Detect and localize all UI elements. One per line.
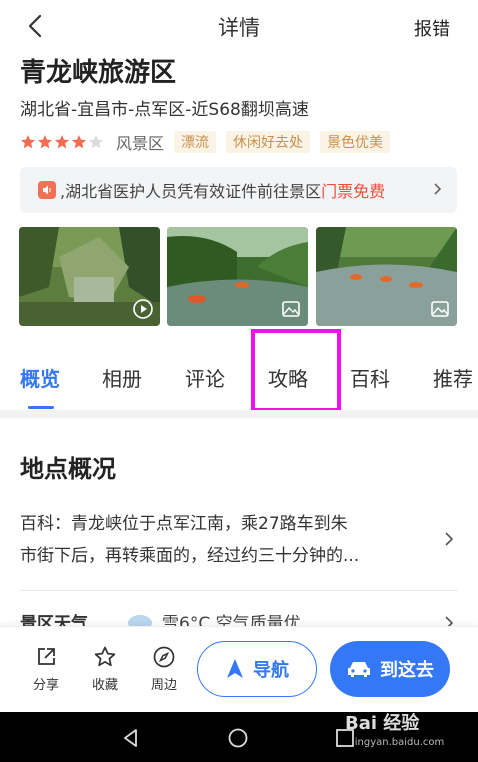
tab-recommend[interactable]: 推荐 bbox=[433, 363, 473, 392]
share-label: 分享 bbox=[32, 678, 59, 693]
go-here-label: 到这去 bbox=[380, 660, 434, 681]
bottom-action-bar: 分享 收藏 周边 导航 到这去 bbox=[0, 626, 478, 712]
favorite-button[interactable]: 收藏 bbox=[83, 645, 127, 693]
chevron-right-icon bbox=[434, 183, 442, 195]
place-name: 青龙峡旅游区 bbox=[20, 58, 177, 88]
star-empty-icon bbox=[89, 135, 103, 149]
tab-encyclopedia[interactable]: 百科 bbox=[350, 363, 390, 392]
notice-banner[interactable]: ,湖北省医护人员凭有效证件前往景区 门票免费 bbox=[20, 167, 457, 213]
system-home-icon[interactable] bbox=[227, 727, 249, 749]
tab-reviews[interactable]: 评论 bbox=[185, 363, 225, 392]
rating-stars bbox=[20, 134, 104, 150]
go-here-button[interactable]: 到这去 bbox=[330, 641, 450, 697]
rating-row: 风景区 漂流 休闲好去处 景色优美 bbox=[20, 130, 391, 154]
navigate-label: 导航 bbox=[253, 660, 289, 681]
overview-summary[interactable]: 百科：青龙峡位于点军江南，乘27路车到朱 市街下后，再转乘面的，经过约三十分钟的… bbox=[20, 508, 430, 572]
active-tab-indicator bbox=[28, 406, 54, 409]
star-filled-icon bbox=[38, 135, 52, 149]
share-icon bbox=[38, 648, 55, 665]
section-title: 地点概况 bbox=[20, 455, 116, 483]
watermark-text: Bai 经验 bbox=[345, 713, 420, 734]
report-error-button[interactable]: 报错 bbox=[414, 15, 450, 41]
section-divider bbox=[0, 410, 478, 418]
watermark-url: jingyan.baidu.com bbox=[352, 737, 445, 748]
share-button[interactable]: 分享 bbox=[24, 645, 68, 693]
image-icon bbox=[431, 301, 449, 317]
star-filled-icon bbox=[21, 135, 35, 149]
photo-3[interactable] bbox=[316, 227, 457, 326]
star-outline-icon bbox=[94, 646, 116, 667]
star-filled-icon bbox=[55, 135, 69, 149]
speaker-icon bbox=[38, 181, 56, 199]
divider-line bbox=[20, 590, 458, 591]
image-icon bbox=[282, 301, 300, 317]
place-category: 风景区 bbox=[116, 134, 165, 153]
tag-rafting: 漂流 bbox=[174, 131, 217, 153]
favorite-label: 收藏 bbox=[91, 678, 118, 693]
page-title: 详情 bbox=[218, 16, 260, 40]
overview-line-1: 百科：青龙峡位于点军江南，乘27路车到朱 bbox=[20, 514, 348, 534]
tab-overview[interactable]: 概览 bbox=[20, 363, 60, 392]
top-bar: 详情 报错 bbox=[0, 0, 478, 52]
place-address: 湖北省-宜昌市-点军区-近S68翻坝高速 bbox=[20, 100, 309, 120]
car-icon bbox=[348, 662, 370, 677]
play-icon bbox=[133, 299, 153, 319]
tag-scenery: 景色优美 bbox=[320, 131, 391, 153]
system-back-icon[interactable] bbox=[120, 727, 142, 749]
chevron-right-icon bbox=[445, 532, 454, 546]
notice-highlight: 门票免费 bbox=[321, 182, 386, 201]
overview-line-2: 市街下后，再转乘面的，经过约三十分钟的... bbox=[20, 546, 360, 566]
navigate-button[interactable]: 导航 bbox=[197, 641, 317, 697]
tab-bar: 概览 相册 评论 攻略 百科 推荐 bbox=[0, 355, 478, 405]
tag-leisure: 休闲好去处 bbox=[226, 131, 311, 153]
compass-icon bbox=[153, 646, 175, 668]
nearby-label: 周边 bbox=[150, 678, 177, 693]
photo-2[interactable] bbox=[167, 227, 308, 326]
photo-1[interactable] bbox=[19, 227, 160, 326]
notice-text: ,湖北省医护人员凭有效证件前往景区 bbox=[60, 182, 322, 201]
star-filled-icon bbox=[72, 135, 86, 149]
nearby-button[interactable]: 周边 bbox=[142, 645, 186, 693]
annotation-highlight-box bbox=[251, 329, 341, 412]
detail-page: 详情 报错 青龙峡旅游区 湖北省-宜昌市-点军区-近S68翻坝高速 风景区 漂流… bbox=[0, 0, 478, 762]
tab-album[interactable]: 相册 bbox=[102, 363, 142, 392]
navigation-arrow-icon bbox=[227, 659, 243, 678]
